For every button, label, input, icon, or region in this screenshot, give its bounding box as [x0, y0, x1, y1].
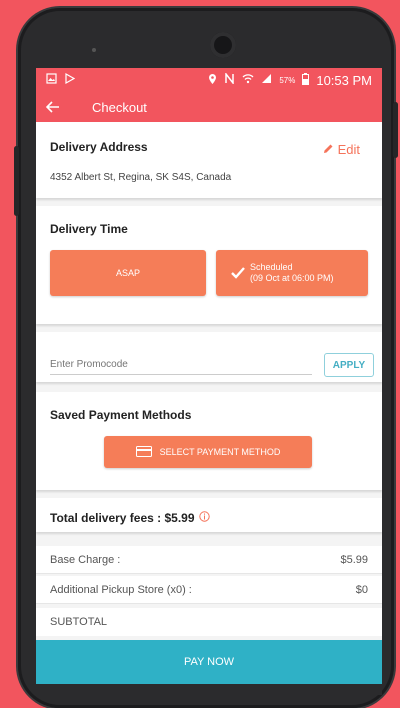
status-bar: 57% 10:53 PM: [36, 68, 382, 92]
pay-now-button[interactable]: PAY NOW: [36, 640, 382, 684]
delivery-time-card: Delivery Time ASAP Scheduled (09 Oct at …: [36, 206, 382, 324]
fee-row-base-charge: Base Charge : $5.99: [36, 546, 382, 574]
delivery-address-text: 4352 Albert St, Regina, SK S4S, Canada: [50, 172, 232, 183]
pencil-icon: [323, 142, 334, 157]
apply-button[interactable]: APPLY: [324, 353, 374, 377]
delivery-address-heading: Delivery Address: [50, 140, 148, 154]
total-fees-header: Total delivery fees : $5.99: [36, 498, 382, 532]
asap-label: ASAP: [115, 268, 140, 278]
payment-methods-card: Saved Payment Methods SELECT PAYMENT MET…: [36, 392, 382, 490]
scheduled-label: Scheduled: [250, 262, 293, 272]
info-icon[interactable]: [198, 509, 210, 527]
select-payment-button[interactable]: SELECT PAYMENT METHOD: [104, 436, 312, 468]
fee-row-additional-pickup: Additional Pickup Store (x0) : $0: [36, 576, 382, 604]
promocode-input[interactable]: [50, 354, 312, 375]
fee-value: $5.99: [340, 553, 368, 566]
bottom-bezel: [36, 684, 382, 695]
edit-label: Edit: [337, 142, 360, 157]
fee-label: Base Charge :: [50, 553, 121, 566]
fee-value: $0: [355, 583, 368, 596]
asap-button[interactable]: ASAP: [50, 250, 206, 296]
nfc-icon: [224, 71, 235, 87]
check-icon: [230, 266, 246, 281]
wifi-icon: [242, 73, 254, 87]
location-icon: [208, 73, 217, 88]
select-payment-label: SELECT PAYMENT METHOD: [159, 447, 281, 457]
play-store-icon: [65, 72, 76, 87]
battery-icon: [302, 72, 310, 88]
payment-methods-heading: Saved Payment Methods: [50, 408, 192, 422]
page-title: Checkout: [92, 99, 147, 115]
status-time: 10:53 PM: [316, 72, 372, 88]
credit-card-icon: [135, 445, 152, 459]
total-fees-label: Total delivery fees : $5.99: [50, 511, 195, 525]
total-fees: Total delivery fees : $5.99: [50, 509, 210, 527]
scheduled-datetime: (09 Oct at 06:00 PM): [250, 273, 334, 283]
delivery-address-card: Delivery Address Edit 4352 Albert St, Re…: [36, 122, 382, 198]
back-arrow-icon[interactable]: [46, 97, 66, 117]
battery-percent: 57%: [279, 75, 296, 85]
front-camera: [210, 32, 236, 58]
edit-address-button[interactable]: Edit: [323, 142, 360, 157]
delivery-time-heading: Delivery Time: [50, 222, 128, 236]
fee-row-subtotal: SUBTOTAL: [36, 608, 382, 636]
scheduled-text: Scheduled (09 Oct at 06:00 PM): [250, 262, 334, 284]
sensor-dot: [92, 48, 96, 52]
power-button: [393, 102, 398, 158]
app-screen: 57% 10:53 PM Checkout Delivery Address E…: [36, 68, 382, 695]
app-bar: Checkout: [36, 92, 382, 122]
scheduled-button[interactable]: Scheduled (09 Oct at 06:00 PM): [216, 250, 368, 296]
volume-button: [14, 146, 19, 216]
fee-label: Additional Pickup Store (x0) :: [50, 583, 192, 596]
fee-label: SUBTOTAL: [50, 616, 108, 628]
signal-icon: [261, 73, 272, 87]
promo-card: APPLY: [36, 332, 382, 382]
gallery-icon: [46, 73, 57, 87]
